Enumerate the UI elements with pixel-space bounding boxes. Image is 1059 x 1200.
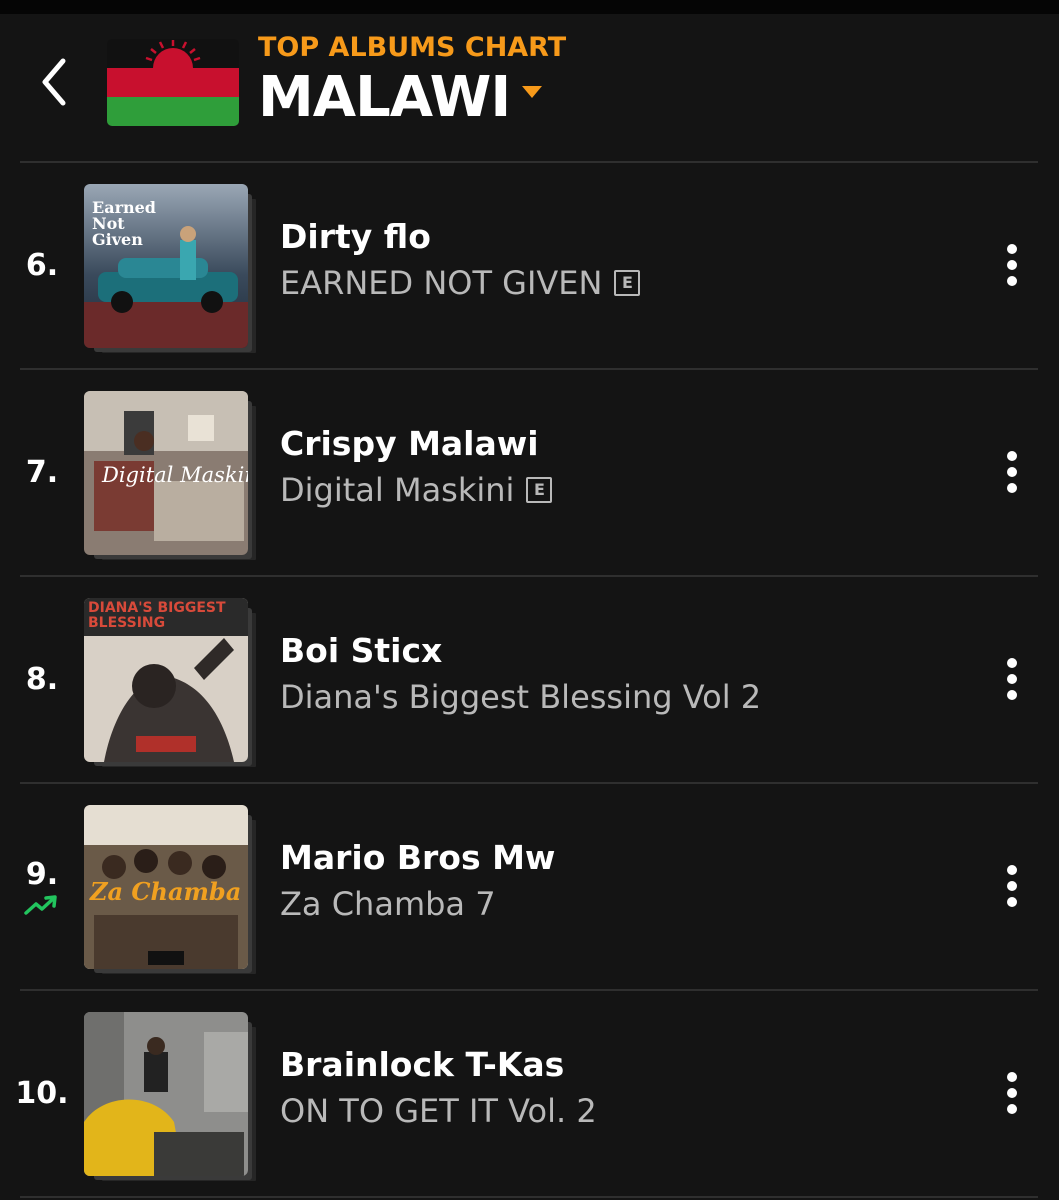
album-title: ON TO GET IT Vol. 2 xyxy=(280,1092,597,1130)
rank-number: 8. xyxy=(25,662,59,697)
chart-header: TOP ALBUMS CHART MALAWI xyxy=(0,14,1059,161)
row-text: Mario Bros Mw Za Chamba 7 xyxy=(280,836,960,928)
rank-number: 7. xyxy=(25,455,59,490)
country-flag xyxy=(107,39,239,126)
album-art[interactable]: Digital Maskini xyxy=(84,391,248,555)
artist-name: Brainlock T-Kas xyxy=(280,1045,565,1084)
more-options-button[interactable] xyxy=(992,846,1032,926)
chart-row[interactable]: 8. DIANA'S BIGGEST BLESSING Boi Sticx Di… xyxy=(0,577,1059,782)
row-text: Brainlock T-Kas ON TO GET IT Vol. 2 xyxy=(280,1043,960,1135)
more-options-button[interactable] xyxy=(992,1053,1032,1133)
album-title-line: Digital Maskini E xyxy=(280,466,960,514)
rank-cell: 6. xyxy=(0,163,84,368)
album-art-title: Earned Not Given xyxy=(92,198,156,249)
more-vertical-icon xyxy=(1007,865,1017,875)
rank-cell: 9. xyxy=(0,784,84,989)
more-vertical-icon xyxy=(1007,1072,1017,1082)
back-button[interactable] xyxy=(30,54,78,110)
rank-number: 9. xyxy=(25,857,59,892)
rank-number: 6. xyxy=(25,248,59,283)
album-title: Digital Maskini xyxy=(280,471,515,509)
more-vertical-icon xyxy=(1007,658,1017,668)
country-selector[interactable]: MALAWI xyxy=(258,65,543,130)
chart-row[interactable]: 6. Earned Not Given Dirty flo EARNED NOT… xyxy=(0,163,1059,368)
explicit-badge-icon: E xyxy=(614,270,641,296)
album-title: EARNED NOT GIVEN xyxy=(280,264,603,302)
more-vertical-icon xyxy=(1007,451,1017,461)
chart-type-label: TOP ALBUMS CHART xyxy=(258,32,567,63)
explicit-badge-icon: E xyxy=(526,477,553,503)
more-options-button[interactable] xyxy=(992,639,1032,719)
row-text: Crispy Malawi Digital Maskini E xyxy=(280,422,960,514)
album-art-title: DIANA'S BIGGEST BLESSING xyxy=(88,600,226,631)
album-art[interactable]: Za Chamba 7 xyxy=(84,805,248,969)
album-art-title: Digital Maskini xyxy=(102,463,248,487)
album-art[interactable]: DIANA'S BIGGEST BLESSING xyxy=(84,598,248,762)
country-name: MALAWI xyxy=(258,65,511,130)
artist-name: Crispy Malawi xyxy=(280,424,539,463)
more-options-button[interactable] xyxy=(992,225,1032,305)
row-text: Boi Sticx Diana's Biggest Blessing Vol 2 xyxy=(280,629,960,721)
album-title-line: Za Chamba 7 xyxy=(280,880,960,928)
album-title-line: EARNED NOT GIVEN E xyxy=(280,259,960,307)
album-chart-list: 6. Earned Not Given Dirty flo EARNED NOT… xyxy=(0,161,1059,1198)
album-title-line: ON TO GET IT Vol. 2 xyxy=(280,1087,960,1135)
artist-name: Mario Bros Mw xyxy=(280,838,556,877)
trending-up-icon xyxy=(24,895,57,915)
more-options-button[interactable] xyxy=(992,432,1032,512)
album-title-line: Diana's Biggest Blessing Vol 2 xyxy=(280,673,960,721)
more-vertical-icon xyxy=(1007,244,1017,254)
caret-down-icon xyxy=(522,86,543,98)
rank-cell: 8. xyxy=(0,577,84,782)
album-title: Za Chamba 7 xyxy=(280,885,496,923)
chevron-left-icon xyxy=(42,58,66,106)
row-text: Dirty flo EARNED NOT GIVEN E xyxy=(280,215,960,307)
album-art[interactable]: Earned Not Given xyxy=(84,184,248,348)
artist-name: Dirty flo xyxy=(280,217,431,256)
status-bar-strip xyxy=(0,0,1059,14)
chart-row[interactable]: 9. Za Chamba 7 Mario Bros Mw Za Cha xyxy=(0,784,1059,989)
artist-name: Boi Sticx xyxy=(280,631,443,670)
rank-cell: 10. xyxy=(0,991,84,1196)
album-title: Diana's Biggest Blessing Vol 2 xyxy=(280,678,762,716)
divider xyxy=(20,1196,1038,1198)
chart-row[interactable]: 10. Brainlock T-Kas ON TO GET IT Vol. 2 xyxy=(0,991,1059,1196)
rank-cell: 7. xyxy=(0,370,84,575)
album-art-title: Za Chamba 7 xyxy=(90,877,248,906)
chart-row[interactable]: 7. Digital Maskini Crispy Malawi Digital… xyxy=(0,370,1059,575)
album-art[interactable] xyxy=(84,1012,248,1176)
rank-number: 10. xyxy=(15,1076,69,1111)
